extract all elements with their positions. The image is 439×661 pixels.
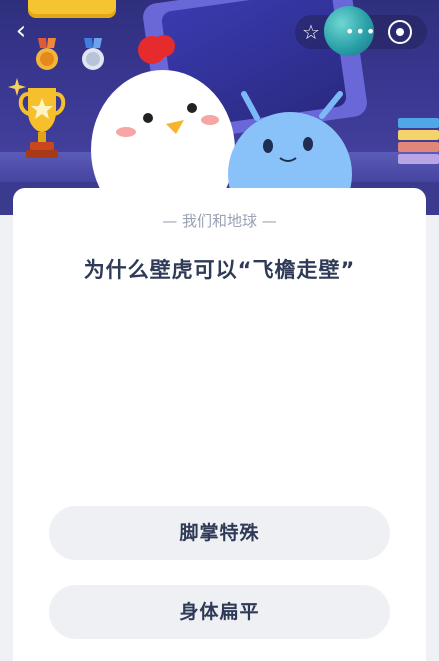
category-label: — 我们和地球 — [162,212,277,230]
answer-option-1[interactable]: 脚掌特殊 [49,506,390,560]
book [398,118,439,128]
book-stack [398,118,439,166]
question-text: 为什么壁虎可以“飞檐走壁” [83,258,356,282]
question-card: — 我们和地球 — 为什么壁虎可以“飞檐走壁” 脚掌特殊 身体扁平 [13,188,426,661]
bronze-medal-icon [36,38,58,70]
answer-option-2[interactable]: 身体扁平 [49,585,390,639]
sparkle-icon [8,78,26,96]
book [398,142,439,152]
silver-medal-icon [82,38,104,70]
back-button[interactable]: ‹ [8,18,34,44]
more-dots-icon[interactable]: ••• [345,22,375,42]
book [398,130,439,140]
top-banner-icon [28,0,116,18]
header-scene: ‹ ☆ ••• [0,0,439,215]
star-outline-icon[interactable]: ☆ [296,17,326,47]
book [398,154,439,164]
target-close-icon[interactable] [388,20,412,44]
